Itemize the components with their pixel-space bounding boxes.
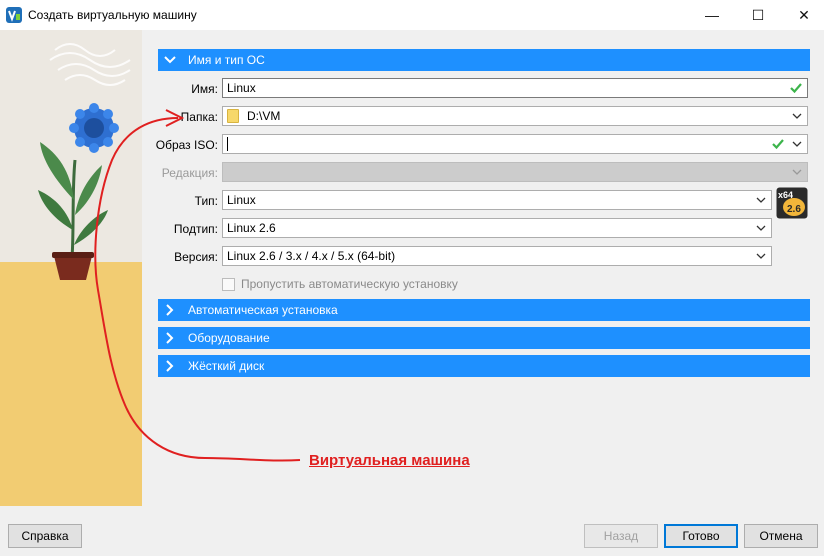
iso-combo[interactable] bbox=[222, 134, 808, 154]
edition-combo bbox=[222, 162, 808, 182]
chevron-right-icon bbox=[158, 304, 182, 316]
main-panel: Имя и тип ОС Имя: Linux Папка: D:\VM Обр… bbox=[142, 30, 824, 506]
title-bar: Создать виртуальную машину — ☐ ✕ bbox=[0, 0, 824, 30]
edition-label: Редакция: bbox=[161, 166, 218, 180]
iso-label: Образ ISO: bbox=[155, 138, 218, 152]
chevron-down-icon[interactable] bbox=[755, 222, 767, 234]
folder-value: D:\VM bbox=[247, 109, 281, 123]
maximize-button[interactable]: ☐ bbox=[735, 0, 781, 30]
checkbox-box[interactable] bbox=[222, 277, 235, 291]
window-title: Создать виртуальную машину bbox=[28, 8, 197, 22]
chevron-down-icon[interactable] bbox=[791, 110, 803, 122]
folder-combo[interactable]: D:\VM bbox=[222, 106, 808, 126]
wizard-illustration bbox=[0, 30, 142, 506]
close-button[interactable]: ✕ bbox=[781, 0, 824, 30]
name-label: Имя: bbox=[191, 82, 218, 96]
name-value: Linux bbox=[227, 81, 256, 95]
subtype-label: Подтип: bbox=[173, 222, 218, 236]
type-label: Тип: bbox=[194, 194, 218, 208]
os-arch-text: x64 bbox=[778, 190, 793, 200]
section-hard-disk-header[interactable]: Жёсткий диск bbox=[158, 355, 810, 377]
folder-label: Папка: bbox=[180, 110, 218, 124]
annotation-label: Виртуальная машина bbox=[309, 452, 470, 469]
version-value: Linux 2.6 / 3.x / 4.x / 5.x (64-bit) bbox=[227, 249, 396, 263]
chevron-down-icon[interactable] bbox=[755, 194, 767, 206]
text-cursor bbox=[227, 137, 228, 151]
section-label: Оборудование bbox=[188, 331, 270, 345]
valid-check-icon bbox=[790, 83, 802, 94]
section-label: Жёсткий диск bbox=[188, 359, 265, 373]
chevron-down-icon bbox=[792, 169, 802, 175]
chevron-right-icon bbox=[158, 360, 182, 372]
chevron-down-icon[interactable] bbox=[755, 250, 767, 262]
linux-os-icon: x64 2.6 bbox=[776, 187, 808, 219]
skip-unattended-checkbox[interactable]: Пропустить автоматическую установку bbox=[222, 277, 458, 291]
valid-check-icon bbox=[772, 139, 784, 150]
section-label: Имя и тип ОС bbox=[188, 53, 265, 67]
section-label: Автоматическая установка bbox=[188, 303, 338, 317]
subtype-combo[interactable]: Linux 2.6 bbox=[222, 218, 772, 238]
chevron-down-icon bbox=[158, 55, 182, 65]
section-name-os-header[interactable]: Имя и тип ОС bbox=[158, 49, 810, 71]
version-combo[interactable]: Linux 2.6 / 3.x / 4.x / 5.x (64-bit) bbox=[222, 246, 772, 266]
back-button[interactable]: Назад bbox=[584, 524, 658, 548]
finish-button[interactable]: Готово bbox=[664, 524, 738, 548]
version-label: Версия: bbox=[174, 250, 218, 264]
cancel-button[interactable]: Отмена bbox=[744, 524, 818, 548]
minimize-button[interactable]: — bbox=[689, 0, 735, 30]
help-button[interactable]: Справка bbox=[8, 524, 82, 548]
type-combo[interactable]: Linux bbox=[222, 190, 772, 210]
section-hardware-header[interactable]: Оборудование bbox=[158, 327, 810, 349]
type-value: Linux bbox=[227, 193, 256, 207]
skip-unattended-label: Пропустить автоматическую установку bbox=[241, 277, 458, 291]
virtualbox-app-icon bbox=[6, 7, 22, 23]
chevron-down-icon[interactable] bbox=[791, 138, 803, 150]
os-version-text: 2.6 bbox=[787, 204, 801, 215]
section-unattended-header[interactable]: Автоматическая установка bbox=[158, 299, 810, 321]
chevron-right-icon bbox=[158, 332, 182, 344]
subtype-value: Linux 2.6 bbox=[227, 221, 276, 235]
folder-icon bbox=[227, 109, 239, 123]
button-bar: Справка Назад Готово Отмена bbox=[0, 506, 824, 556]
name-input[interactable]: Linux bbox=[222, 78, 808, 98]
